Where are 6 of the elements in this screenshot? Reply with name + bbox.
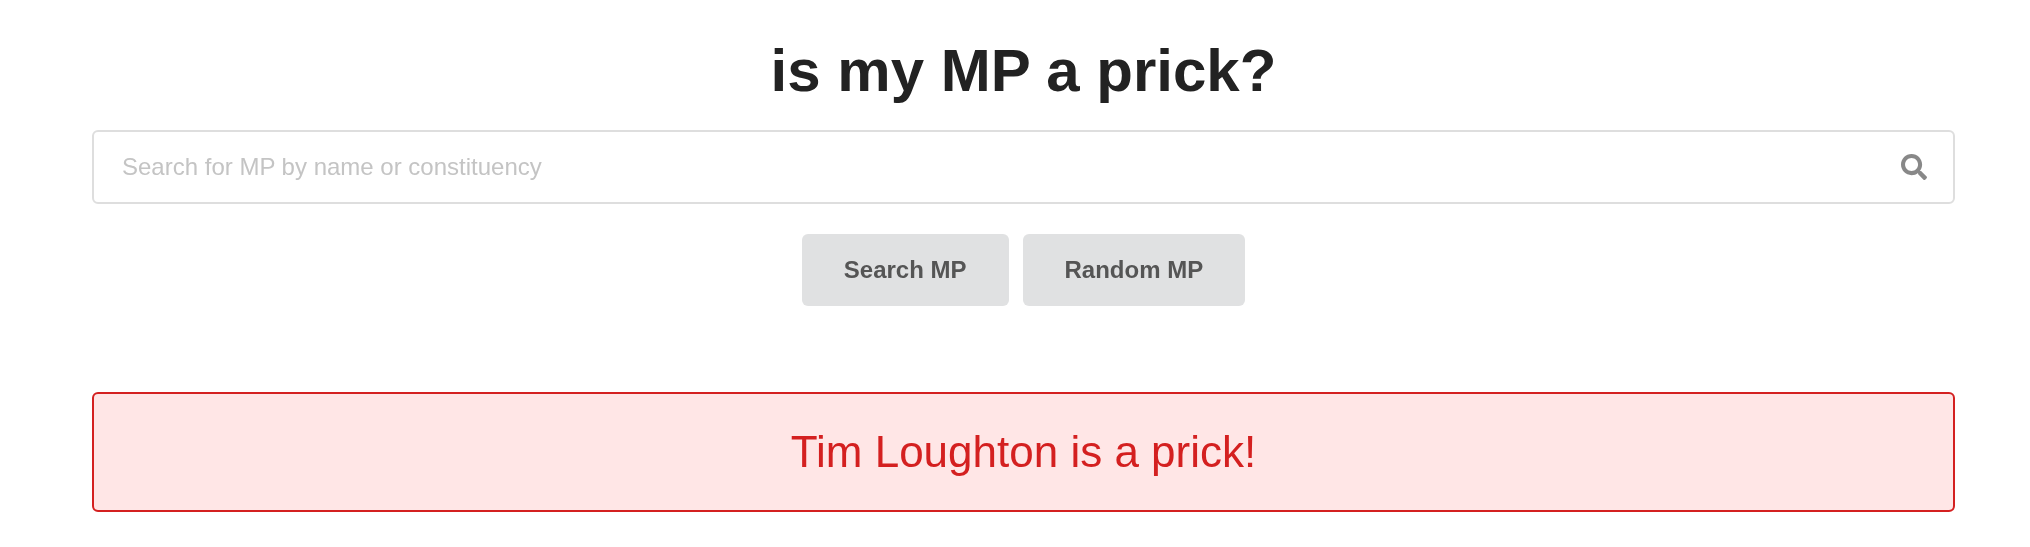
page-title: is my MP a prick? <box>770 38 1277 104</box>
action-button[interactable]: Random MP <box>1022 234 1246 306</box>
search-field[interactable]: Search for MP by name or constituency <box>92 130 1955 204</box>
action-button[interactable]: Search MP <box>801 234 1009 306</box>
result-message: Tim Loughton is a prick! <box>790 426 1257 478</box>
search-icon[interactable] <box>1901 154 1927 180</box>
